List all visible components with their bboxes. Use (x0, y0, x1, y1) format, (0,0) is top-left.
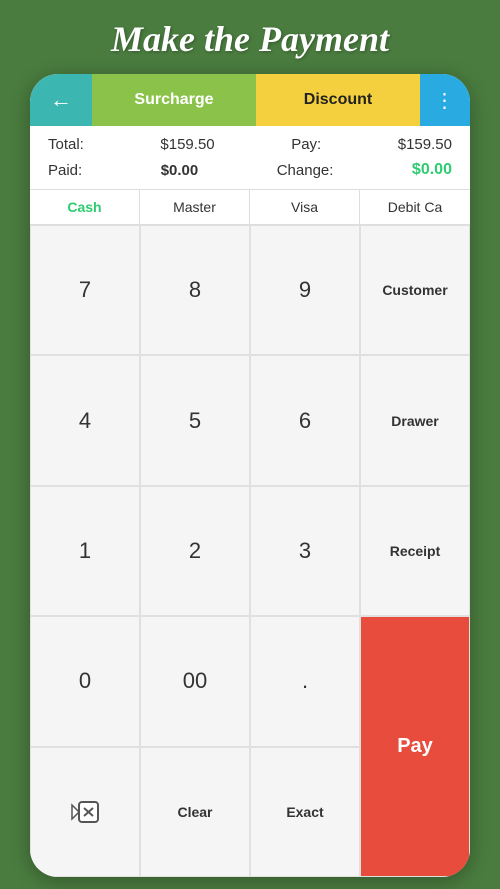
payment-master[interactable]: Master (140, 190, 250, 224)
discount-label: Discount (304, 91, 372, 109)
info-section: Total: $159.50 Pay: $159.50 Paid: $0.00 … (30, 126, 470, 190)
total-value: $159.50 (160, 136, 214, 153)
payment-visa[interactable]: Visa (250, 190, 360, 224)
total-label: Total: (48, 136, 84, 153)
key-2[interactable]: 2 (140, 486, 250, 616)
key-exact[interactable]: Exact (250, 747, 360, 877)
page-title: Make the Payment (101, 0, 399, 74)
pay-label: Pay: (291, 136, 321, 153)
key-dot[interactable]: . (250, 616, 360, 746)
key-8[interactable]: 8 (140, 225, 250, 355)
key-customer[interactable]: Customer (360, 225, 470, 355)
change-label: Change: (277, 162, 334, 179)
surcharge-button[interactable]: Surcharge (92, 74, 256, 126)
key-0[interactable]: 0 (30, 616, 140, 746)
keypad: 7 8 9 Customer 4 5 6 Drawer 1 2 3 Receip… (30, 225, 470, 877)
key-clear[interactable]: Clear (140, 747, 250, 877)
change-value: $0.00 (412, 161, 452, 179)
key-backspace[interactable] (30, 747, 140, 877)
key-4[interactable]: 4 (30, 355, 140, 485)
paid-label: Paid: (48, 162, 82, 179)
key-9[interactable]: 9 (250, 225, 360, 355)
key-pay[interactable]: Pay (360, 616, 470, 877)
payment-cash[interactable]: Cash (30, 190, 140, 224)
back-arrow-icon: ← (50, 87, 72, 113)
surcharge-label: Surcharge (134, 91, 213, 109)
top-bar: ← Surcharge Discount ⋮ (30, 74, 470, 126)
key-00[interactable]: 00 (140, 616, 250, 746)
pay-value: $159.50 (398, 136, 452, 153)
key-5[interactable]: 5 (140, 355, 250, 485)
paid-value: $0.00 (161, 162, 199, 179)
key-7[interactable]: 7 (30, 225, 140, 355)
payment-debit[interactable]: Debit Ca (360, 190, 470, 224)
key-6[interactable]: 6 (250, 355, 360, 485)
more-button[interactable]: ⋮ (420, 74, 470, 126)
total-row: Total: $159.50 Pay: $159.50 (40, 132, 460, 157)
key-3[interactable]: 3 (250, 486, 360, 616)
payment-methods: Cash Master Visa Debit Ca (30, 190, 470, 225)
more-dots-icon: ⋮ (435, 88, 456, 113)
key-drawer[interactable]: Drawer (360, 355, 470, 485)
key-receipt[interactable]: Receipt (360, 486, 470, 616)
key-1[interactable]: 1 (30, 486, 140, 616)
discount-button[interactable]: Discount (256, 74, 420, 126)
paid-row: Paid: $0.00 Change: $0.00 (40, 157, 460, 183)
back-button[interactable]: ← (30, 74, 92, 126)
phone-container: ← Surcharge Discount ⋮ Total: $159.50 Pa… (30, 74, 470, 877)
